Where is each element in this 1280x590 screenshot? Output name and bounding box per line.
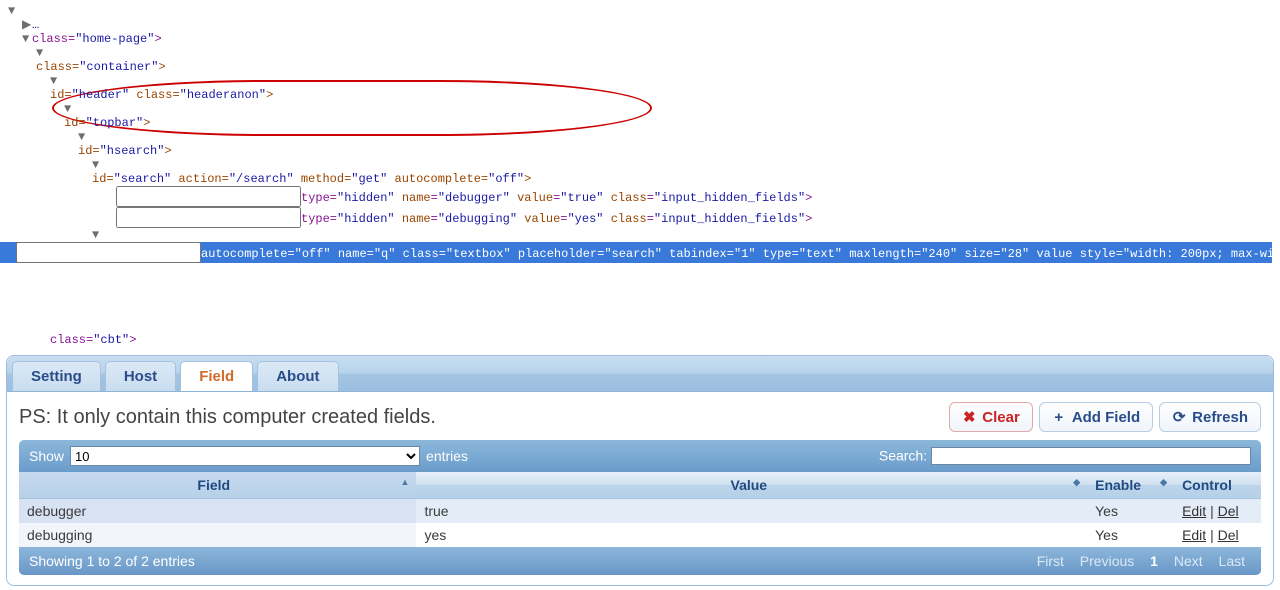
- tab-bar: Setting Host Field About: [7, 356, 1273, 392]
- page-last[interactable]: Last: [1213, 553, 1251, 569]
- fields-table: Field▲ Value◆ Enable◆ Control debugger t…: [19, 472, 1261, 547]
- dom-header[interactable]: id="header" class="headeranon">: [50, 88, 1272, 102]
- col-enable[interactable]: Enable◆: [1087, 472, 1174, 499]
- cell-control: Edit | Del: [1174, 523, 1261, 547]
- page-1[interactable]: 1: [1144, 553, 1164, 569]
- page-prev[interactable]: Previous: [1074, 553, 1140, 569]
- cell-field: debugging: [19, 523, 416, 547]
- refresh-button[interactable]: ⟳Refresh: [1159, 402, 1261, 432]
- cell-field: debugger: [19, 499, 416, 524]
- edit-link[interactable]: Edit: [1182, 527, 1206, 543]
- clear-button[interactable]: ✖Clear: [949, 402, 1033, 432]
- col-field[interactable]: Field▲: [19, 472, 416, 499]
- cell-value: yes: [416, 523, 1087, 547]
- del-link[interactable]: Del: [1218, 503, 1239, 519]
- page-first[interactable]: First: [1031, 553, 1070, 569]
- add-field-button[interactable]: +Add Field: [1039, 402, 1153, 432]
- tab-host[interactable]: Host: [105, 361, 176, 391]
- col-value[interactable]: Value◆: [416, 472, 1087, 499]
- dom-topbar[interactable]: id="topbar">: [64, 116, 1272, 130]
- pager: First Previous 1 Next Last: [1031, 553, 1251, 569]
- table-row: debugger true Yes Edit | Del: [19, 499, 1261, 524]
- cell-enable: Yes: [1087, 499, 1174, 524]
- dom-container[interactable]: class="container">: [36, 60, 1272, 74]
- refresh-icon: ⟳: [1172, 408, 1186, 426]
- table-info: Showing 1 to 2 of 2 entries: [29, 553, 195, 569]
- dom-selected-line[interactable]: autocomplete="off" name="q" class="textb…: [0, 242, 1272, 263]
- dom-form[interactable]: id="search" action="/search" method="get…: [92, 172, 1272, 186]
- cell-enable: Yes: [1087, 523, 1174, 547]
- sort-icon: ◆: [1160, 477, 1166, 488]
- entries-label: entries: [426, 448, 468, 464]
- del-link[interactable]: Del: [1218, 527, 1239, 543]
- tab-field[interactable]: Field: [180, 361, 253, 391]
- dom-input-q[interactable]: autocomplete="off" name="q" class="textb…: [16, 247, 1280, 261]
- sort-asc-icon: ▲: [401, 477, 409, 487]
- dom-br[interactable]: class="cbt">: [50, 333, 136, 347]
- extension-panel: Setting Host Field About PS: It only con…: [6, 355, 1274, 586]
- table-footer: Showing 1 to 2 of 2 entries First Previo…: [19, 547, 1261, 575]
- col-control[interactable]: Control: [1174, 472, 1261, 499]
- table-toolbar: Show 10 entries Search:: [19, 440, 1261, 472]
- search-input[interactable]: [931, 447, 1251, 465]
- cell-value: true: [416, 499, 1087, 524]
- dom-hsearch[interactable]: id="hsearch">: [78, 144, 1272, 158]
- show-label: Show: [29, 448, 64, 464]
- sort-icon: ◆: [1073, 477, 1079, 488]
- page-next[interactable]: Next: [1168, 553, 1209, 569]
- search-label: Search:: [879, 448, 927, 464]
- tab-setting[interactable]: Setting: [12, 361, 101, 391]
- dom-body[interactable]: class="home-page">: [32, 32, 162, 46]
- cell-control: Edit | Del: [1174, 499, 1261, 524]
- dom-input-hidden-1[interactable]: type="hidden" name="debugger" value="tru…: [116, 191, 812, 205]
- table-row: debugging yes Yes Edit | Del: [19, 523, 1261, 547]
- devtools-dom-tree[interactable]: ▼ ▶… ▼class="home-page"> ▼class="contain…: [0, 0, 1280, 351]
- field-note: PS: It only contain this computer create…: [19, 406, 436, 429]
- x-icon: ✖: [962, 408, 976, 426]
- tab-about[interactable]: About: [257, 361, 338, 391]
- plus-icon: +: [1052, 409, 1066, 426]
- length-select[interactable]: 10: [70, 446, 420, 466]
- edit-link[interactable]: Edit: [1182, 503, 1206, 519]
- dom-input-hidden-2[interactable]: type="hidden" name="debugging" value="ye…: [116, 212, 812, 226]
